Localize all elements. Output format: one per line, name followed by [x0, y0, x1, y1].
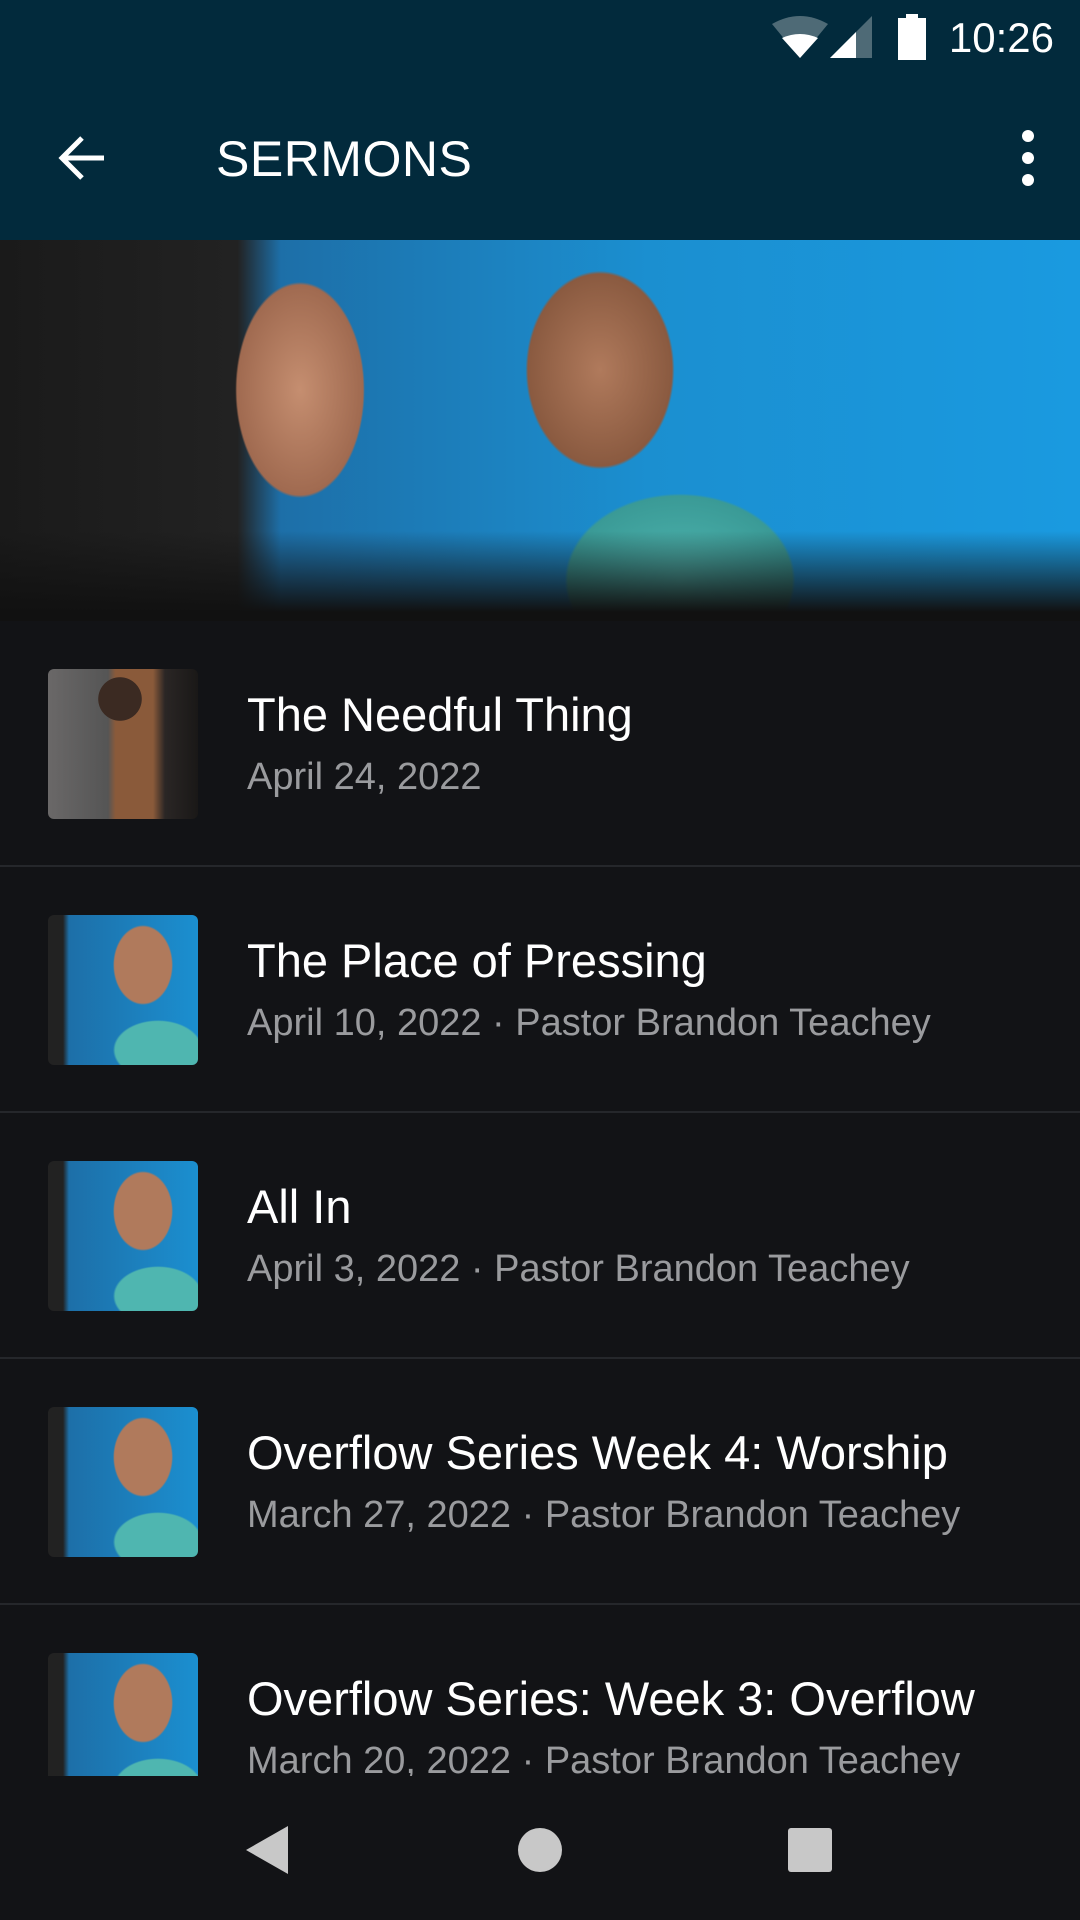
sermon-thumbnail [48, 915, 198, 1065]
sermon-thumbnail [48, 1161, 198, 1311]
sermon-subtitle: April 24, 2022 [247, 756, 482, 798]
sermon-list[interactable]: The Needful Thing April 24, 2022 The Pla… [0, 621, 1080, 1776]
battery-icon [898, 14, 926, 60]
sermon-thumbnail [48, 1653, 198, 1776]
sermon-row[interactable]: Overflow Series: Week 3: Overflow March … [0, 1605, 1080, 1776]
sermon-title: The Place of Pressing [247, 934, 707, 987]
home-circle-icon[interactable] [516, 1826, 564, 1874]
sermon-title: Overflow Series: Week 3: Overflow [247, 1672, 975, 1725]
recents-square-icon[interactable] [786, 1826, 834, 1874]
sermon-subtitle: March 27, 2022 · Pastor Brandon Teachey [247, 1494, 961, 1536]
status-bar: 10:26 [0, 0, 1080, 76]
sermon-subtitle: April 10, 2022 · Pastor Brandon Teachey [247, 1002, 931, 1044]
sermon-title: All In [247, 1180, 352, 1233]
sermon-title: The Needful Thing [247, 688, 633, 741]
clock: 10:26 [948, 14, 1054, 61]
sermon-row[interactable]: Overflow Series Week 4: Worship March 27… [0, 1359, 1080, 1605]
sermon-thumbnail [48, 669, 198, 819]
hero-image [0, 240, 1080, 621]
sermon-row[interactable]: The Place of Pressing April 10, 2022 · P… [0, 867, 1080, 1113]
page-title: SERMONS [216, 131, 473, 187]
arrow-left-icon[interactable] [52, 126, 116, 190]
back-triangle-icon[interactable] [244, 1824, 290, 1876]
sermon-title: Overflow Series Week 4: Worship [247, 1426, 948, 1479]
sermon-row[interactable]: All In April 3, 2022 · Pastor Brandon Te… [0, 1113, 1080, 1359]
system-nav-bar [0, 1776, 1080, 1920]
sermon-thumbnail [48, 1407, 198, 1557]
sermon-row[interactable]: The Needful Thing April 24, 2022 [0, 621, 1080, 867]
sermon-subtitle: April 3, 2022 · Pastor Brandon Teachey [247, 1248, 910, 1290]
sermon-subtitle: March 20, 2022 · Pastor Brandon Teachey [247, 1740, 961, 1776]
more-vert-icon[interactable] [1016, 128, 1040, 188]
app-bar: SERMONS [0, 76, 1080, 240]
